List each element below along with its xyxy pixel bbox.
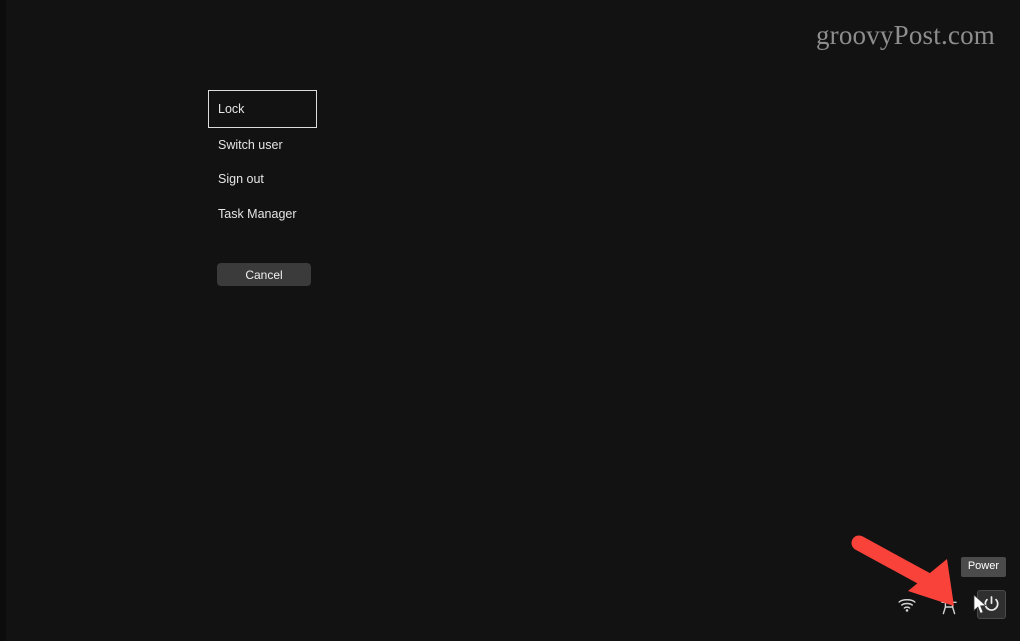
menu-item-switch-user[interactable]: Switch user [217,137,284,153]
wifi-icon [897,597,917,613]
menu-item-lock-label: Lock [218,101,245,116]
screen-left-edge-band [0,0,6,641]
menu-item-task-manager-label: Task Manager [218,206,297,221]
cancel-button[interactable]: Cancel [217,263,311,286]
lock-screen-options-screen: groovyPost.com Lock Switch user Sign out… [0,0,1020,641]
power-icon [983,596,1000,613]
power-button[interactable] [977,590,1006,619]
menu-item-lock[interactable]: Lock [208,90,317,128]
wifi-button[interactable] [893,591,921,619]
menu-item-switch-user-label: Switch user [218,137,283,152]
accessibility-button[interactable] [935,591,963,619]
system-tray [893,590,1006,619]
power-tooltip: Power [960,557,1006,577]
menu-item-sign-out-label: Sign out [218,171,264,186]
menu-item-task-manager[interactable]: Task Manager [217,206,298,222]
menu-item-sign-out[interactable]: Sign out [217,171,265,187]
accessibility-icon [940,594,958,615]
watermark: groovyPost.com [815,20,995,50]
ctrl-alt-delete-options-menu: Lock Switch user Sign out Task Manager C… [208,90,318,286]
